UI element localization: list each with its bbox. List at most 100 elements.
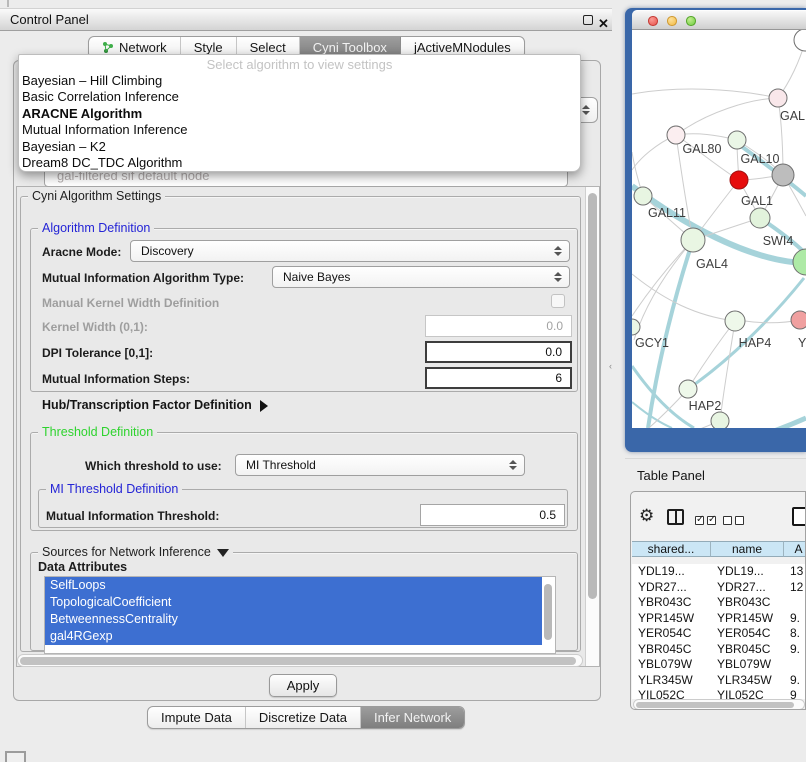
kernel-width-field[interactable]: 0.0	[425, 315, 572, 337]
attribute-item[interactable]: TopologicalCoefficient	[45, 594, 542, 611]
algorithm-option[interactable]: Bayesian – K2	[19, 139, 580, 155]
close-icon[interactable]: ✕	[598, 19, 609, 29]
table-cell: YBR045C	[632, 642, 711, 658]
combo-value: Naive Bayes	[283, 270, 350, 284]
network-node-label: GAL10	[741, 152, 780, 166]
list-scrollbar-thumb[interactable]	[544, 584, 552, 640]
deselect-all-checks-icon[interactable]	[723, 512, 744, 530]
algorithm-option[interactable]: Dream8 DC_TDC Algorithm	[19, 155, 580, 171]
float-window-icon[interactable]	[583, 15, 593, 25]
column-header[interactable]: A	[784, 541, 806, 557]
table-row[interactable]: YDR27...YDR27...12	[632, 580, 806, 596]
hub-definition-toggle[interactable]: Hub/Transcription Factor Definition	[42, 398, 268, 412]
table-horizontal-scrollbar[interactable]	[633, 699, 805, 710]
scrollbar-thumb[interactable]	[636, 702, 794, 708]
network-edge[interactable]	[688, 278, 804, 389]
table-body[interactable]: YDL19...YDL19...13YDR27...YDR27...12YBR0…	[632, 564, 806, 699]
table-row[interactable]: YIL052CYIL052C9	[632, 688, 806, 699]
network-node-label: GAL11	[648, 206, 686, 220]
field-value: 0.0	[546, 319, 563, 333]
mi-steps-label: Mutual Information Steps:	[42, 372, 190, 386]
select-all-checks-icon[interactable]	[695, 512, 716, 530]
attribute-item[interactable]: BetweennessCentrality	[45, 611, 542, 628]
table-row[interactable]: YBL079WYBL079W	[632, 657, 806, 673]
network-edge[interactable]	[688, 321, 735, 389]
settings-horizontal-scrollbar[interactable]	[17, 654, 583, 667]
which-threshold-select[interactable]: MI Threshold	[235, 454, 525, 476]
algorithm-option[interactable]: Basic Correlation Inference	[19, 89, 580, 105]
network-node[interactable]	[793, 249, 806, 275]
table-cell: YPR145W	[632, 611, 711, 627]
network-node[interactable]	[728, 131, 746, 149]
table-cell	[784, 657, 806, 673]
apply-button[interactable]: Apply	[269, 674, 337, 697]
network-node[interactable]	[791, 311, 806, 329]
table-row[interactable]: YBR043CYBR043C	[632, 595, 806, 611]
network-canvas[interactable]: GALGAL80GAL10GAL1GAL11SWI4GAL4GCY1HAP4YH…	[632, 30, 806, 428]
network-edge[interactable]	[632, 186, 806, 263]
network-node[interactable]	[772, 164, 794, 186]
network-node[interactable]	[679, 380, 697, 398]
tab-discretize-data[interactable]: Discretize Data	[246, 707, 361, 728]
scrollbar-thumb[interactable]	[588, 193, 597, 599]
network-edge[interactable]	[632, 421, 720, 428]
network-window-titlebar[interactable]	[632, 10, 806, 30]
new-table-icon[interactable]	[792, 507, 806, 526]
network-edge[interactable]	[737, 143, 806, 196]
algorithm-option[interactable]: ARACNE Algorithm	[19, 106, 580, 122]
tab-label: Network	[119, 40, 167, 55]
network-node[interactable]	[794, 30, 806, 51]
minimize-traffic-light-icon[interactable]	[667, 16, 677, 26]
network-edge[interactable]	[676, 98, 778, 135]
scrollbar-thumb[interactable]	[20, 657, 576, 665]
network-node-label: GAL4	[696, 257, 728, 271]
table-row[interactable]: YBR045CYBR045C9.	[632, 642, 806, 658]
network-edge[interactable]	[632, 89, 778, 98]
network-node[interactable]	[725, 311, 745, 331]
zoom-traffic-light-icon[interactable]	[686, 16, 696, 26]
sources-toggle[interactable]: Sources for Network Inference	[38, 545, 233, 559]
network-node[interactable]	[750, 208, 770, 228]
attribute-item[interactable]: gal4RGexp	[45, 628, 542, 645]
network-node[interactable]	[730, 171, 748, 189]
network-graph[interactable]: GALGAL80GAL10GAL1GAL11SWI4GAL4GCY1HAP4YH…	[632, 30, 806, 428]
table-row[interactable]: YPR145WYPR145W9.	[632, 611, 806, 627]
data-attributes-list[interactable]: SelfLoopsTopologicalCoefficientBetweenne…	[44, 576, 556, 654]
table-row[interactable]: YER054CYER054C8.	[632, 626, 806, 642]
combo-arrows-icon	[554, 272, 562, 282]
algorithm-popup-list: Bayesian – Hill ClimbingBasic Correlatio…	[19, 73, 580, 171]
close-traffic-light-icon[interactable]	[648, 16, 658, 26]
mi-steps-field[interactable]: 6	[425, 367, 572, 389]
dpi-tolerance-field[interactable]: 0.0	[425, 341, 572, 363]
docked-panel-icon[interactable]	[5, 751, 26, 762]
network-icon	[102, 41, 114, 54]
algorithm-option[interactable]: Bayesian – Hill Climbing	[19, 73, 580, 89]
network-edge[interactable]	[634, 240, 693, 340]
network-node[interactable]	[711, 412, 729, 428]
tab-impute-data[interactable]: Impute Data	[148, 707, 246, 728]
network-edge[interactable]	[720, 321, 735, 421]
network-node[interactable]	[681, 228, 705, 252]
group-title: Algorithm Definition	[38, 221, 154, 235]
attribute-item[interactable]: SelfLoops	[45, 577, 542, 594]
column-layout-icon[interactable]	[667, 509, 684, 525]
mi-threshold-field[interactable]: 0.5	[420, 504, 565, 526]
settings-vertical-scrollbar[interactable]	[585, 187, 599, 666]
mi-algorithm-type-select[interactable]: Naive Bayes	[272, 266, 570, 288]
group-title: MI Threshold Definition	[46, 482, 182, 496]
manual-kernel-width-checkbox[interactable]	[551, 294, 565, 308]
field-value: 0.5	[539, 508, 556, 522]
table-row[interactable]: YLR345WYLR345W9.	[632, 673, 806, 689]
gear-icon[interactable]: ⚙	[639, 506, 654, 526]
table-row[interactable]: YDL19...YDL19...13	[632, 564, 806, 580]
column-header[interactable]: shared...	[632, 541, 711, 557]
network-node[interactable]	[632, 319, 640, 335]
aracne-mode-select[interactable]: Discovery	[130, 240, 570, 262]
network-node[interactable]	[634, 187, 652, 205]
algorithm-option[interactable]: Mutual Information Inference	[19, 122, 580, 138]
column-header[interactable]: name	[711, 541, 784, 557]
network-edge[interactable]	[632, 274, 735, 321]
network-node[interactable]	[769, 89, 787, 107]
tab-infer-network[interactable]: Infer Network	[361, 707, 464, 728]
splitter-handle[interactable]: ‹	[609, 362, 614, 371]
